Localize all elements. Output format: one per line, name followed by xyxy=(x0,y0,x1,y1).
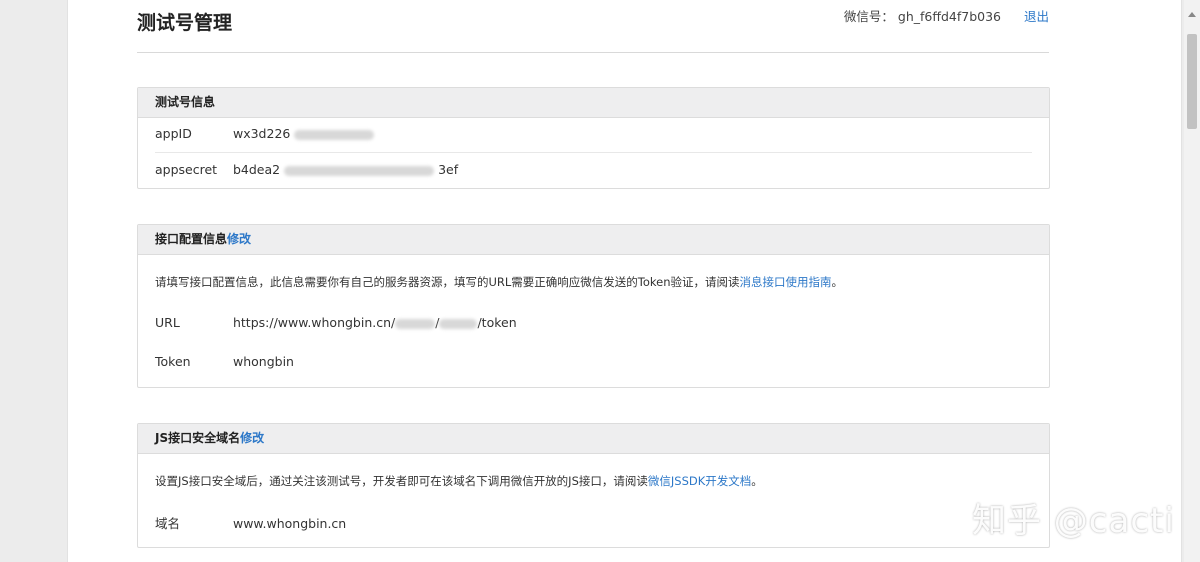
api-config-header: 接口配置信息修改 xyxy=(138,225,1049,255)
appsecret-label: appsecret xyxy=(155,162,218,177)
js-domain-title: JS接口安全域名 xyxy=(155,431,241,445)
scrollbar-thumb[interactable] xyxy=(1187,34,1197,129)
url-redacted-1 xyxy=(395,318,436,329)
appsecret-row: appsecret b4dea2 3ef xyxy=(155,162,458,177)
js-domain-description: 设置JS接口安全域后，通过关注该测试号，开发者即可在该域名下调用微信开放的JS接… xyxy=(155,473,763,489)
jssdk-doc-link[interactable]: 微信JSSDK开发文档 xyxy=(648,474,751,488)
token-label: Token xyxy=(155,354,191,369)
js-domain-panel: JS接口安全域名修改 设置JS接口安全域后，通过关注该测试号，开发者即可在该域名… xyxy=(137,423,1050,548)
appsecret-value-suffix: 3ef xyxy=(438,162,459,177)
url-value-suffix: /token xyxy=(477,315,517,330)
api-config-description: 请填写接口配置信息，此信息需要你有自己的服务器资源，填写的URL需要正确响应微信… xyxy=(155,274,843,290)
appsecret-value-prefix: b4dea2 xyxy=(232,162,281,177)
account-info: 微信号： gh_f6ffd4f7b036 xyxy=(844,6,1001,25)
url-row: URL https://www.whongbin.cn///token xyxy=(155,315,517,330)
token-value: whongbin xyxy=(232,354,294,369)
appid-redacted xyxy=(294,129,375,140)
test-info-title: 测试号信息 xyxy=(155,95,216,109)
scroll-up-arrow-icon xyxy=(1188,12,1196,17)
api-config-edit-link[interactable]: 修改 xyxy=(227,232,251,246)
logout-link[interactable]: 退出 xyxy=(1024,6,1049,25)
test-info-header: 测试号信息 xyxy=(138,88,1049,118)
appid-value-prefix: wx3d226 xyxy=(232,126,291,141)
domain-label: 域名 xyxy=(155,516,181,531)
token-row: Token whongbin xyxy=(155,354,294,369)
api-config-title: 接口配置信息 xyxy=(155,232,228,246)
api-config-desc-end: 。 xyxy=(831,275,844,289)
account-id: gh_f6ffd4f7b036 xyxy=(897,9,1001,24)
js-domain-desc-end: 。 xyxy=(751,474,763,488)
url-value-prefix: https://www.whongbin.cn/ xyxy=(232,315,396,330)
appsecret-redacted xyxy=(284,165,435,176)
api-config-desc-text: 请填写接口配置信息，此信息需要你有自己的服务器资源，填写的URL需要正确响应微信… xyxy=(155,275,740,289)
js-domain-desc-text: 设置JS接口安全域后，通过关注该测试号，开发者即可在该域名下调用微信开放的JS接… xyxy=(155,474,648,488)
url-label: URL xyxy=(155,315,180,330)
page-title: 测试号管理 xyxy=(137,12,233,34)
message-api-guide-link[interactable]: 消息接口使用指南 xyxy=(740,275,832,289)
appid-row: appID wx3d226 xyxy=(155,126,375,141)
divider xyxy=(155,152,1032,153)
url-redacted-2 xyxy=(439,318,478,329)
js-domain-edit-link[interactable]: 修改 xyxy=(240,431,264,445)
watermark: 知乎 @cacti xyxy=(972,501,1175,541)
domain-value: www.whongbin.cn xyxy=(232,516,347,531)
appid-label: appID xyxy=(155,126,192,141)
test-info-panel: 测试号信息 appID wx3d226 appsecret b4dea2 3ef xyxy=(137,87,1050,189)
page-header: 测试号管理 微信号： gh_f6ffd4f7b036 退出 xyxy=(137,0,1049,53)
js-domain-header: JS接口安全域名修改 xyxy=(138,424,1049,454)
api-config-panel: 接口配置信息修改 请填写接口配置信息，此信息需要你有自己的服务器资源，填写的UR… xyxy=(137,224,1050,388)
domain-row: 域名 www.whongbin.cn xyxy=(155,513,346,532)
account-label: 微信号： xyxy=(843,9,894,24)
